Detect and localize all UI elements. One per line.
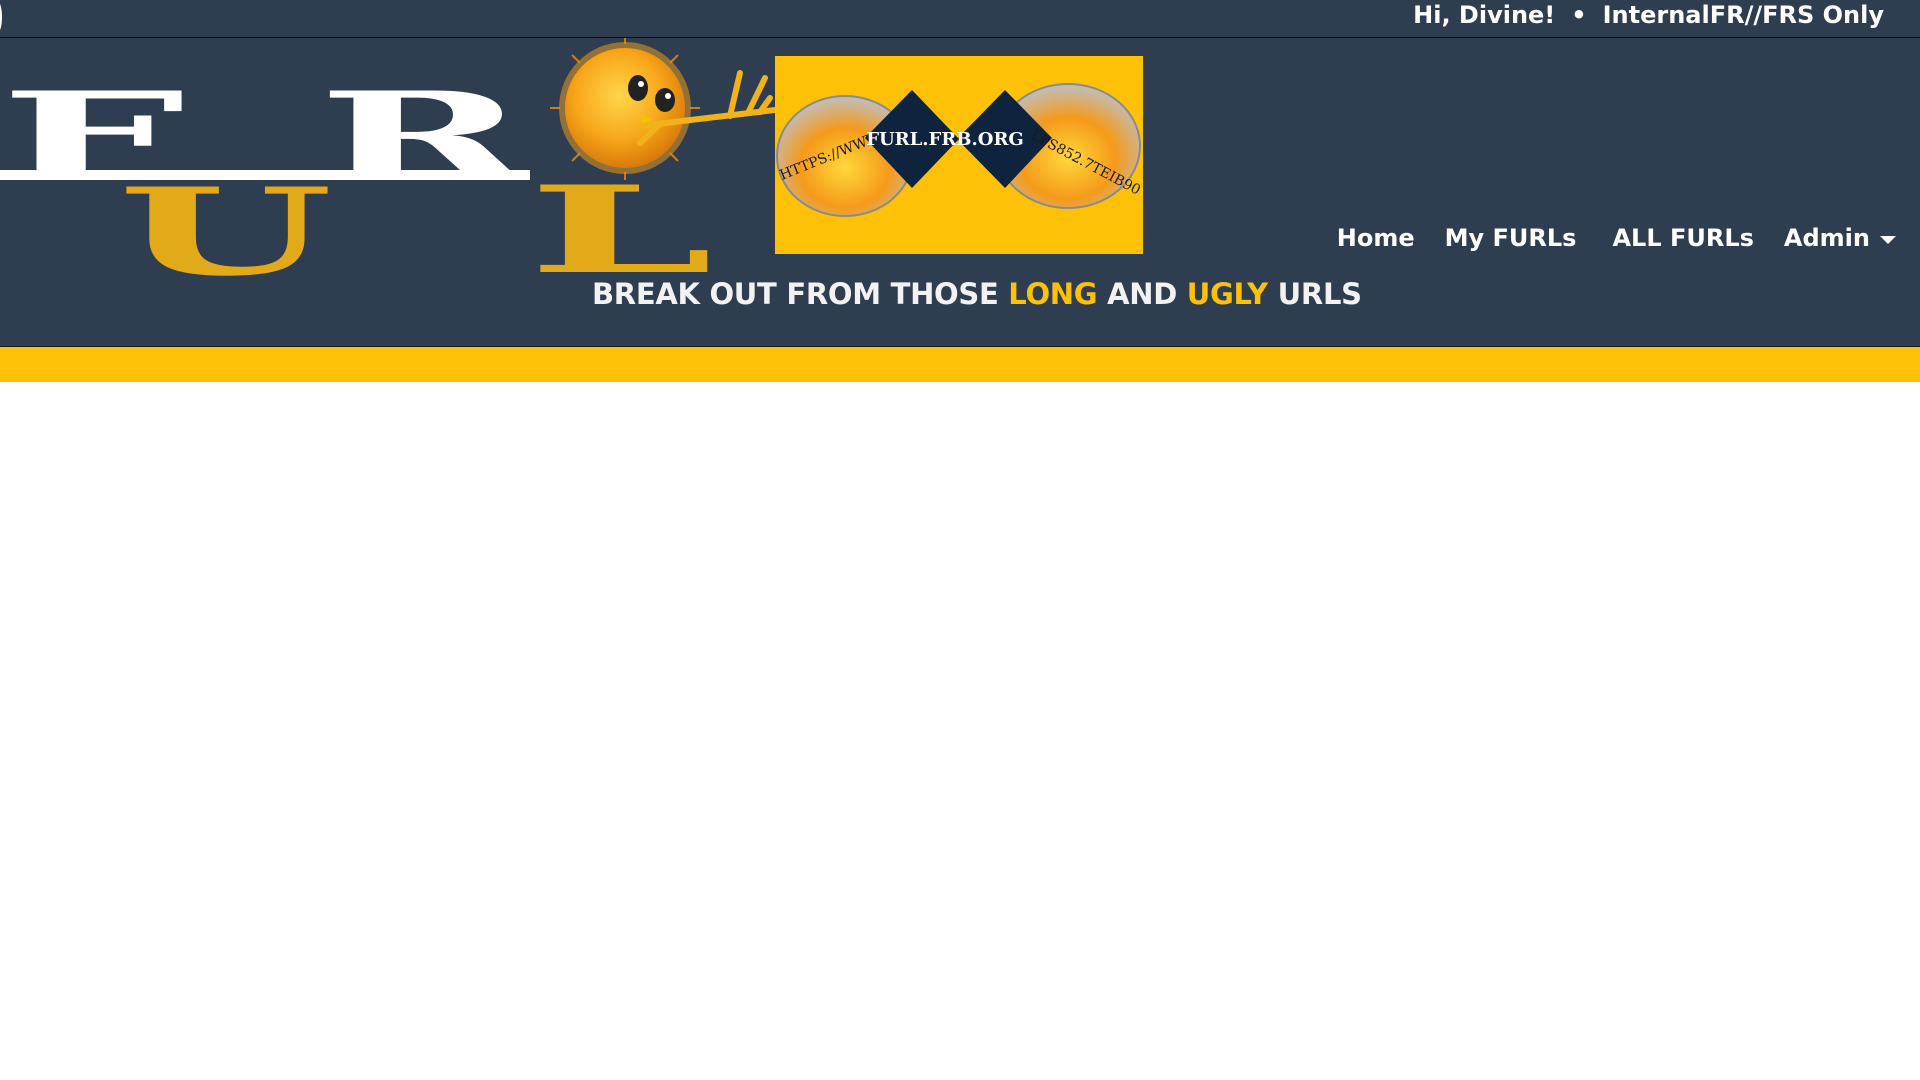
classification-label: InternalFR//FRS Only [1602, 1, 1884, 29]
furl-sign-banner: HTTPS://WWW FURL.FRB.ORG LPS852.7TEIB90 [775, 56, 1143, 254]
nav-admin-dropdown[interactable]: Admin [1784, 224, 1896, 252]
logo-letter-u: U [118, 162, 333, 303]
tagline-part2: AND [1097, 277, 1187, 311]
tagline-part1: BREAK OUT FROM THOSE [592, 277, 1009, 311]
nav-all-furls-link[interactable]: ALL FURLs [1612, 224, 1753, 252]
page: Hi, Divine! • InternalFR//FRS Only F R U L [0, 0, 1920, 1080]
tagline-part3: URLS [1267, 277, 1362, 311]
nav-admin-label: Admin [1783, 224, 1870, 252]
tagline: BREAK OUT FROM THOSE LONG AND UGLY URLS [592, 274, 1362, 314]
tagline-highlight-ugly: UGLY [1186, 277, 1268, 311]
sign-domain-text: FURL.FRB.ORG [866, 129, 1024, 150]
accent-stripe [0, 347, 1920, 382]
top-bar: Hi, Divine! • InternalFR//FRS Only [0, 0, 1920, 38]
nav-my-furls-link[interactable]: My FURLs [1445, 224, 1577, 252]
main-nav: Home My FURLs ALL FURLs Admin [1337, 218, 1896, 258]
logo-letter-r: R [318, 66, 531, 207]
separator-dot: • [1571, 1, 1587, 29]
nav-home-link[interactable]: Home [1337, 224, 1415, 252]
caret-down-icon [1880, 236, 1896, 244]
tagline-highlight-long: LONG [1008, 277, 1098, 311]
chick-mascot-icon [550, 38, 700, 180]
user-greeting: Hi, Divine! [1413, 1, 1556, 29]
edge-circle-icon [0, 2, 2, 32]
user-info: Hi, Divine! • InternalFR//FRS Only [1413, 0, 1884, 30]
